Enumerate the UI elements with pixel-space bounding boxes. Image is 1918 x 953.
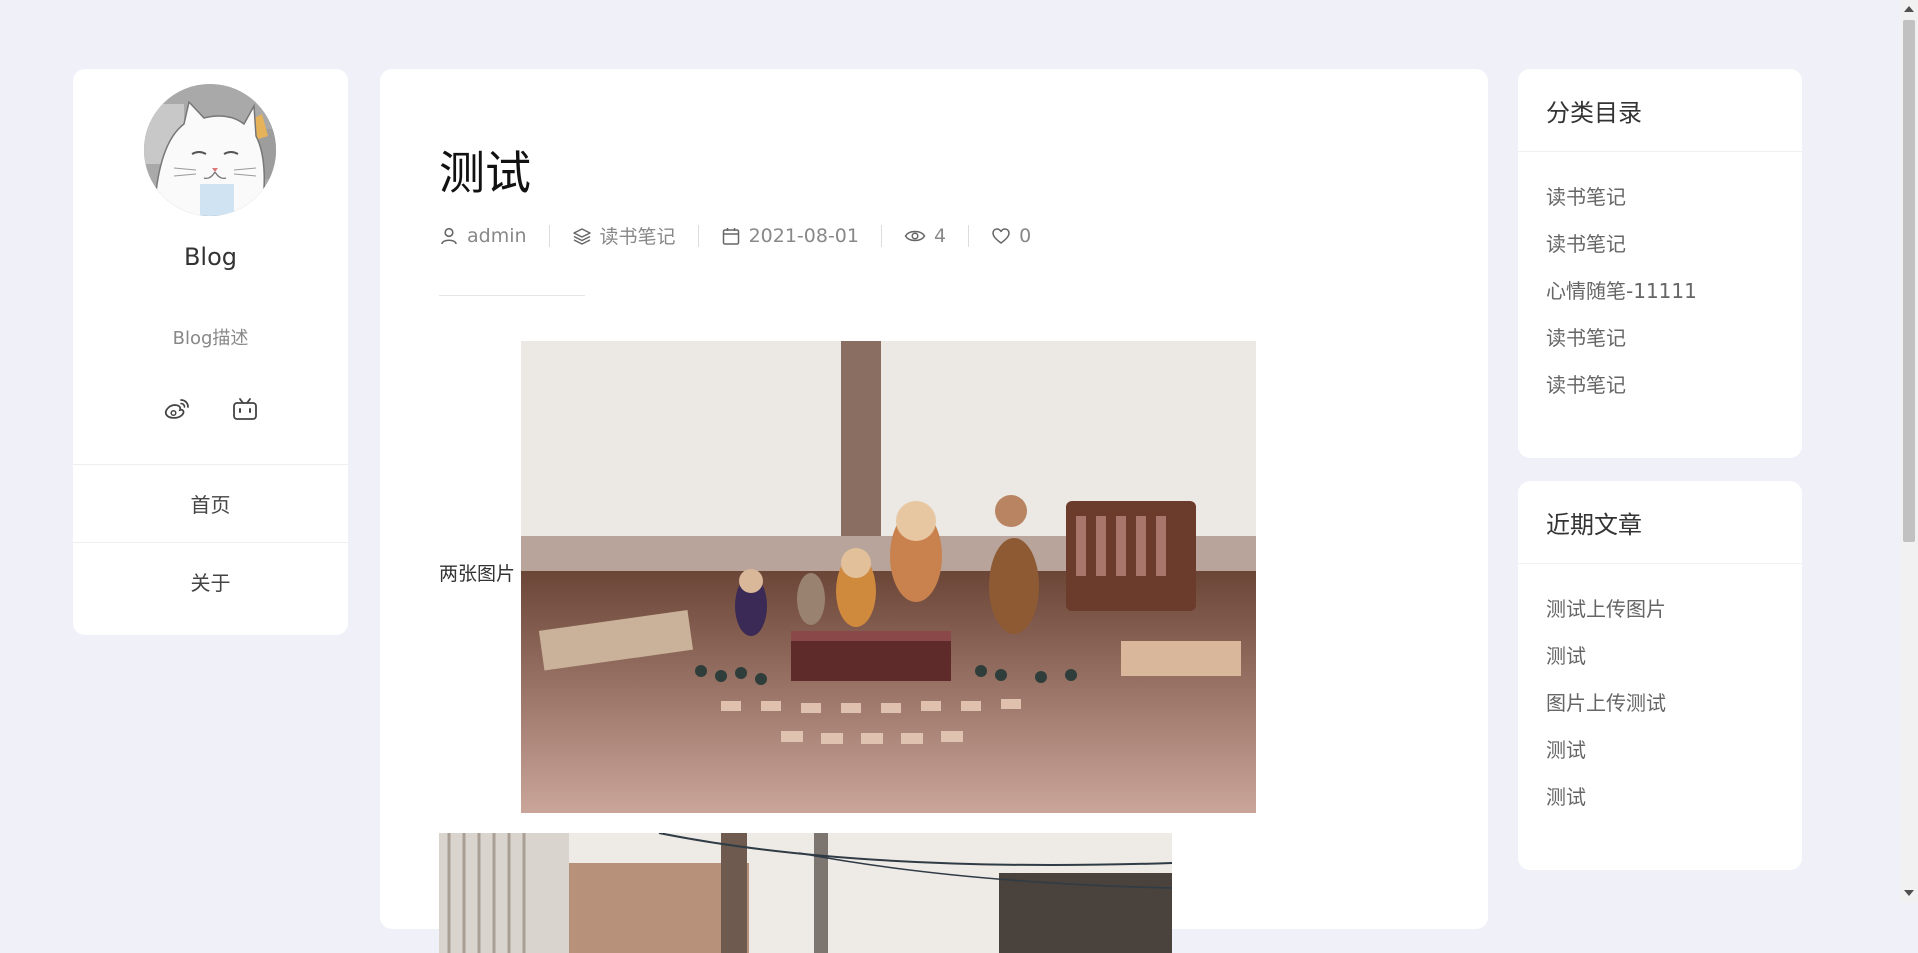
avatar-cat-illustration: [144, 84, 276, 216]
meta-date: 2021-08-01: [721, 225, 859, 247]
recent-posts-list: 测试上传图片 测试 图片上传测试 测试 测试: [1518, 564, 1802, 819]
weibo-icon[interactable]: [163, 395, 191, 423]
scroll-up-arrow-icon[interactable]: [1904, 6, 1914, 12]
meta-separator: [548, 224, 550, 247]
post-image-toys-on-table[interactable]: [521, 341, 1256, 813]
category-link[interactable]: 读书笔记: [1546, 360, 1802, 407]
nav-item-about[interactable]: 关于: [73, 542, 348, 620]
calendar-icon: [722, 227, 739, 245]
recent-post-link[interactable]: 图片上传测试: [1546, 678, 1802, 725]
main-nav: 首页 关于: [73, 464, 348, 620]
site-description: Blog描述: [172, 328, 249, 349]
eye-icon: [904, 230, 926, 241]
profile-card: Blog Blog描述 首页 关于: [73, 69, 348, 635]
meta-separator: [968, 224, 970, 247]
page-scrollbar[interactable]: [1900, 0, 1918, 902]
recent-post-link[interactable]: 测试: [1546, 725, 1802, 772]
category-link[interactable]: 心情随笔-11111: [1546, 266, 1802, 313]
category-link[interactable]: 读书笔记: [1546, 172, 1802, 219]
view-count: 4: [933, 224, 947, 247]
post-meta: admin 读书笔记 2021-08-01 4 0: [439, 222, 1031, 249]
meta-author[interactable]: admin: [439, 225, 527, 247]
nav-item-home[interactable]: 首页: [73, 464, 348, 542]
heart-icon: [992, 227, 1010, 244]
category-link[interactable]: 读书笔记: [1546, 219, 1802, 266]
scrollbar-thumb[interactable]: [1903, 20, 1915, 542]
recent-posts-title: 近期文章: [1518, 481, 1802, 564]
recent-post-link[interactable]: 测试: [1546, 772, 1802, 819]
meta-likes[interactable]: 0: [991, 225, 1031, 247]
bilibili-icon[interactable]: [231, 395, 259, 423]
categories-widget: 分类目录 读书笔记 读书笔记 心情随笔-11111 读书笔记 读书笔记: [1518, 69, 1802, 458]
social-links: [73, 395, 348, 423]
avatar[interactable]: [144, 84, 276, 216]
title-divider: [439, 295, 585, 296]
scroll-down-arrow-icon[interactable]: [1904, 890, 1914, 896]
recent-post-link[interactable]: 测试上传图片: [1546, 584, 1802, 631]
meta-separator: [880, 224, 882, 247]
article-card: 测试 admin 读书笔记 2021-08-01 4 0 两张图片: [380, 69, 1488, 953]
site-name[interactable]: Blog: [73, 243, 348, 271]
category-name: 读书笔记: [599, 226, 676, 248]
post-date: 2021-08-01: [748, 224, 859, 247]
categories-list: 读书笔记 读书笔记 心情随笔-11111 读书笔记 读书笔记: [1518, 152, 1802, 407]
meta-views: 4: [904, 225, 946, 247]
recent-posts-widget: 近期文章 测试上传图片 测试 图片上传测试 测试 测试: [1518, 481, 1802, 870]
meta-separator: [697, 224, 699, 247]
category-link[interactable]: 读书笔记: [1546, 313, 1802, 360]
author-name: admin: [467, 224, 527, 247]
post-title: 测试: [439, 146, 531, 200]
post-content-text: 两张图片: [439, 563, 516, 585]
user-icon: [441, 227, 457, 244]
layers-icon: [572, 227, 591, 245]
categories-title: 分类目录: [1518, 69, 1802, 152]
recent-post-link[interactable]: 测试: [1546, 631, 1802, 678]
post-image-street[interactable]: [439, 833, 1172, 953]
like-count: 0: [1019, 224, 1032, 247]
meta-category[interactable]: 读书笔记: [572, 222, 676, 249]
